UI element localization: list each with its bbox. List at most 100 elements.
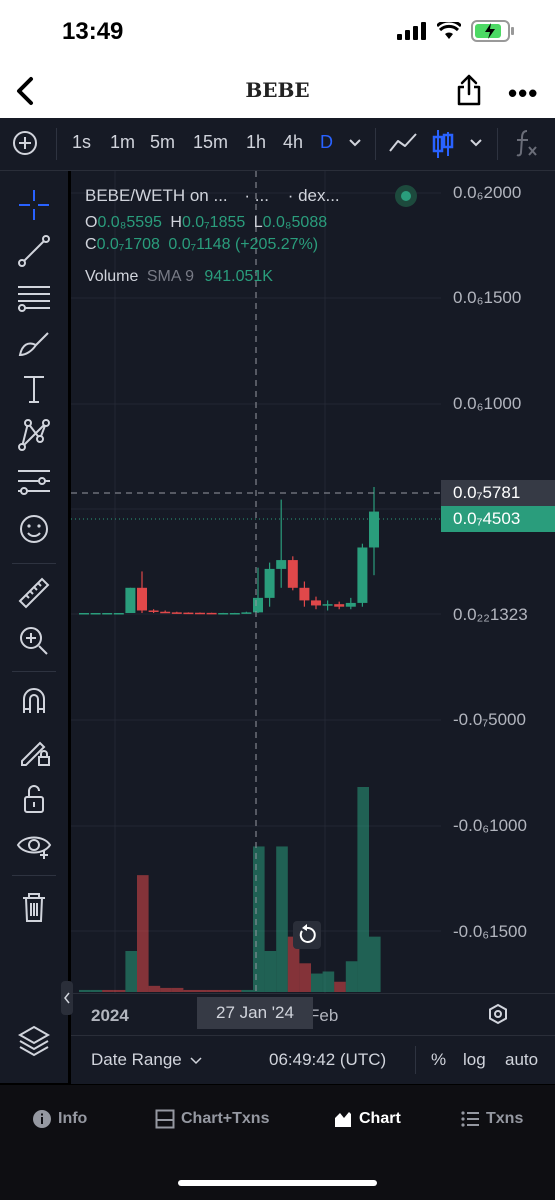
share-icon[interactable]	[456, 74, 482, 106]
candles-chart-type-icon[interactable]	[432, 128, 454, 160]
interval-1s[interactable]: 1s	[72, 132, 91, 153]
time-axis-settings-icon[interactable]	[487, 1003, 509, 1025]
volume-bar	[264, 951, 277, 992]
volume-bar	[253, 846, 265, 992]
price-chart[interactable]: BEBE/WETH on ... · ... · dex... O0.0₈559…	[61, 171, 555, 1083]
time-axis[interactable]: 2024 Feb 27 Jan '24	[71, 993, 555, 1036]
volume-bar	[357, 787, 369, 992]
brush-icon[interactable]	[14, 323, 54, 363]
log-toggle[interactable]: log	[463, 1050, 486, 1070]
status-time: 13:49	[62, 18, 124, 45]
interval-15m[interactable]: 15m	[193, 132, 228, 153]
magnet-icon[interactable]	[14, 683, 54, 723]
volume-bar	[125, 951, 137, 992]
sidebar-divider	[12, 671, 56, 672]
volume-bars	[79, 787, 381, 992]
candlesticks	[79, 487, 379, 615]
trash-icon[interactable]	[14, 887, 54, 927]
emoji-icon[interactable]	[14, 509, 54, 549]
auto-toggle[interactable]: auto	[505, 1050, 538, 1070]
symbol-title: BEBE/WETH on ...	[85, 186, 228, 205]
price-axis-label: 0.0₆2000	[453, 183, 522, 202]
candle-body	[299, 587, 310, 601]
volume-bar	[160, 987, 172, 992]
candle-body	[195, 612, 205, 615]
utc-clock[interactable]: 06:49:42 (UTC)	[269, 1050, 386, 1070]
volume-bar	[229, 989, 242, 992]
volume-bar	[137, 875, 149, 992]
wifi-icon	[437, 22, 461, 39]
volume-bar	[241, 989, 253, 992]
status-icons	[397, 20, 515, 42]
candle-body	[264, 568, 275, 598]
info-icon	[33, 1110, 51, 1128]
interval-4h[interactable]: 4h	[283, 132, 303, 153]
candle-body	[218, 613, 229, 615]
date-range-button[interactable]: Date Range	[91, 1050, 202, 1070]
sidebar-divider	[12, 875, 56, 876]
candle-body	[102, 613, 113, 615]
candle-body	[357, 547, 368, 603]
unlock-icon[interactable]	[14, 779, 54, 819]
fib-retracement-icon[interactable]	[14, 277, 54, 317]
split-view-icon	[155, 1109, 175, 1129]
reset-chart-button[interactable]	[293, 921, 321, 949]
add-indicator-icon[interactable]	[12, 130, 38, 156]
volume-bar	[148, 985, 161, 992]
home-indicator	[178, 1180, 377, 1186]
crosshair-icon[interactable]	[14, 185, 54, 225]
volume-bar	[276, 846, 288, 992]
price-axis-label: -0.0₆1000	[453, 816, 527, 835]
interval-dropdown-icon[interactable]	[348, 138, 362, 148]
trend-line-icon[interactable]	[14, 231, 54, 271]
interval-1h[interactable]: 1h	[246, 132, 266, 153]
interval-5m[interactable]: 5m	[150, 132, 175, 153]
volume-bar	[345, 961, 358, 992]
battery-icon	[471, 20, 514, 42]
pattern-tool-icon[interactable]	[14, 415, 54, 455]
ruler-icon[interactable]	[14, 573, 54, 613]
percent-toggle[interactable]: %	[431, 1050, 446, 1070]
tab-txns[interactable]: Txns	[460, 1109, 523, 1129]
market-status-dot	[395, 185, 417, 207]
list-icon	[461, 1111, 479, 1127]
candle-body	[253, 597, 263, 613]
interval-1m[interactable]: 1m	[110, 132, 135, 153]
signal-icon	[397, 22, 426, 40]
last-price-tag: 0.0₇4503	[441, 506, 555, 532]
tab-chart-txns[interactable]: Chart+Txns	[155, 1109, 269, 1129]
toolbar-divider	[375, 128, 376, 160]
indicators-fx-icon[interactable]	[513, 128, 539, 158]
volume-bar	[218, 989, 230, 992]
lock-drawings-icon[interactable]	[14, 731, 54, 771]
chart-type-dropdown-icon[interactable]	[469, 138, 483, 148]
more-options-icon[interactable]: •••	[508, 78, 538, 109]
tab-chart-active[interactable]: Chart	[333, 1109, 401, 1129]
chart-bottom-bar: Date Range 06:49:42 (UTC) % log auto	[71, 1035, 555, 1084]
volume-bar	[90, 989, 103, 992]
time-axis-year: 2024	[91, 1006, 129, 1025]
ohlc-row-2: C0.0₇1708 0.0₇1148 (+205.27%)	[85, 236, 319, 253]
forecast-tool-icon[interactable]	[14, 461, 54, 501]
candle-body	[113, 613, 124, 615]
volume-bar	[299, 963, 311, 992]
volume-bar	[206, 989, 219, 992]
crosshair-date-tag: 27 Jan '24	[197, 997, 313, 1029]
candle-body	[137, 587, 147, 611]
interval-d-active[interactable]: D	[320, 132, 333, 153]
text-tool-icon[interactable]	[14, 369, 54, 409]
volume-bar	[171, 987, 184, 992]
candle-body	[345, 602, 356, 607]
legend-symbol-row[interactable]: BEBE/WETH on ... · ... · dex...	[85, 186, 340, 206]
volume-bar	[102, 989, 114, 992]
candle-body	[276, 560, 287, 569]
navigation-bar: BEBE •••	[0, 66, 555, 118]
layers-icon[interactable]	[14, 1021, 54, 1061]
zoom-in-icon[interactable]	[14, 621, 54, 661]
hide-drawings-eye-icon[interactable]	[14, 825, 54, 865]
candle-body	[148, 610, 159, 612]
line-chart-type-icon[interactable]	[388, 131, 418, 155]
legend-source: · dex...	[287, 186, 340, 205]
tab-info[interactable]: Info	[32, 1109, 87, 1129]
toolbar-divider	[56, 128, 57, 160]
